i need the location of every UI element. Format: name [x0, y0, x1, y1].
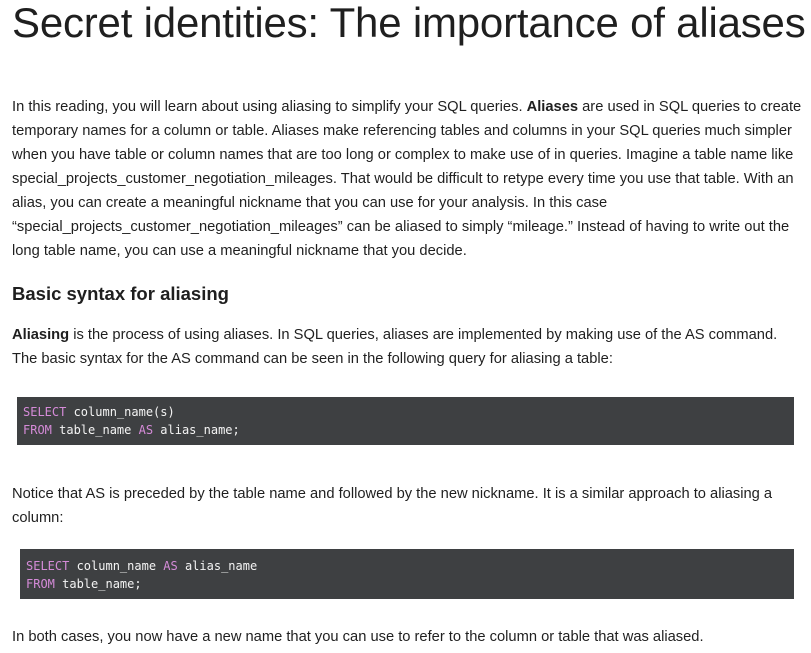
code-text: column_name	[69, 559, 164, 573]
code-keyword-as: AS	[163, 559, 178, 573]
code-text: column_name(s)	[66, 405, 175, 419]
code-block-table-alias[interactable]: SELECT column_name(s) FROM table_name AS…	[17, 397, 794, 445]
intro-paragraph: In this reading, you will learn about us…	[12, 95, 802, 263]
intro-text-before: In this reading, you will learn about us…	[12, 99, 527, 115]
code-lines: SELECT column_name(s) FROM table_name AS…	[23, 403, 240, 439]
aliasing-text: is the process of using aliases. In SQL …	[12, 327, 778, 367]
page-title: Secret identities: The importance of ali…	[12, 0, 806, 46]
section-heading: Basic syntax for aliasing	[12, 283, 229, 304]
code-keyword-select: SELECT	[26, 559, 70, 573]
code-keyword-from: FROM	[26, 577, 55, 591]
code-text: table_name;	[54, 577, 142, 591]
intro-text-after: are used in SQL queries to create tempor…	[12, 99, 802, 259]
code-lines: SELECT column_name AS alias_name FROM ta…	[26, 557, 257, 593]
code-block-column-alias[interactable]: SELECT column_name AS alias_name FROM ta…	[20, 549, 794, 599]
code-keyword-select: SELECT	[23, 405, 67, 419]
reading-page: Secret identities: The importance of ali…	[0, 0, 811, 653]
aliasing-paragraph: Aliasing is the process of using aliases…	[12, 323, 802, 371]
code-keyword-from: FROM	[23, 423, 52, 437]
aliasing-term: Aliasing	[12, 327, 70, 343]
code-text: alias_name	[177, 559, 258, 573]
code-text: table_name	[51, 423, 139, 437]
code-text: alias_name;	[153, 423, 240, 437]
code-keyword-as: AS	[138, 423, 154, 437]
notice-paragraph: Notice that AS is preceded by the table …	[12, 486, 773, 526]
conclusion-paragraph: In both cases, you now have a new name t…	[12, 629, 704, 645]
aliases-term: Aliases	[526, 99, 579, 115]
